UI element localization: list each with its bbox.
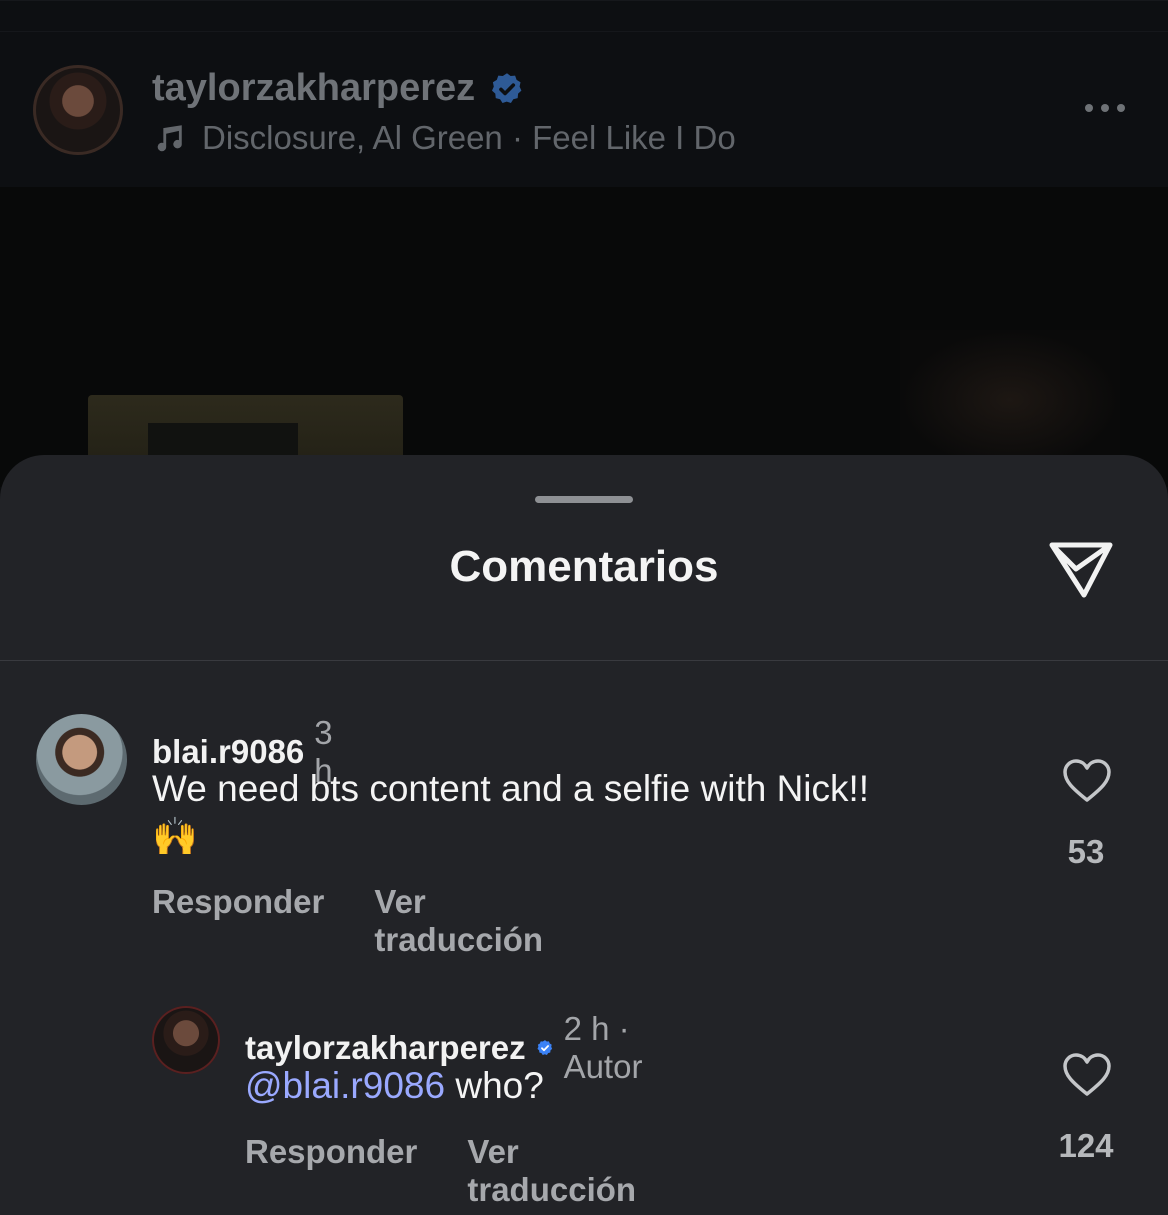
translate-button[interactable]: Ver traducción [467,1133,636,1209]
video-scene-glow [900,330,1120,470]
comments-sheet: Comentarios blai.r9086 3 h We need bts c… [0,455,1168,1215]
comment-actions: Responder Ver traducción [245,1133,636,1209]
comment-body: who? [455,1065,544,1106]
sheet-title: Comentarios [449,542,719,591]
post-author-avatar[interactable] [33,65,123,155]
comment-text: We need bts content and a selfie with Ni… [152,765,1012,861]
post-author-username[interactable]: taylorzakharperez [152,67,475,110]
post-music-label: Disclosure, Al Green · Feel Like I Do [202,119,736,156]
more-options-icon[interactable] [1080,93,1130,123]
post-header: taylorzakharperez Disclosure, Al Green ·… [0,0,1168,188]
comment-body: We need bts content and a selfie with Ni… [152,768,870,809]
comment-text: @blai.r9086 who? [245,1062,1005,1110]
like-count: 124 [1058,1127,1114,1164]
commenter-avatar[interactable] [36,714,127,805]
heart-icon[interactable] [1062,1052,1112,1098]
verified-badge-icon [537,1040,552,1055]
translate-button[interactable]: Ver traducción [374,883,543,959]
reply-button[interactable]: Responder [245,1133,417,1209]
sheet-grabber-handle[interactable] [535,496,633,503]
reply-button[interactable]: Responder [152,883,324,959]
raised-hands-emoji: 🙌 [152,816,199,857]
music-note-icon [157,125,182,152]
divider [0,660,1168,661]
verified-badge-icon [492,72,522,103]
share-icon[interactable] [1046,535,1116,601]
divider [0,31,1168,32]
post-author-row[interactable]: taylorzakharperez [152,67,525,110]
commenter-avatar[interactable] [152,1006,220,1074]
post-music-row[interactable]: Disclosure, Al Green · Feel Like I Do [152,119,736,157]
mention-link[interactable]: @blai.r9086 [245,1065,445,1106]
comment-actions: Responder Ver traducción [152,883,543,959]
like-count: 53 [1067,833,1105,870]
heart-icon[interactable] [1062,758,1112,804]
